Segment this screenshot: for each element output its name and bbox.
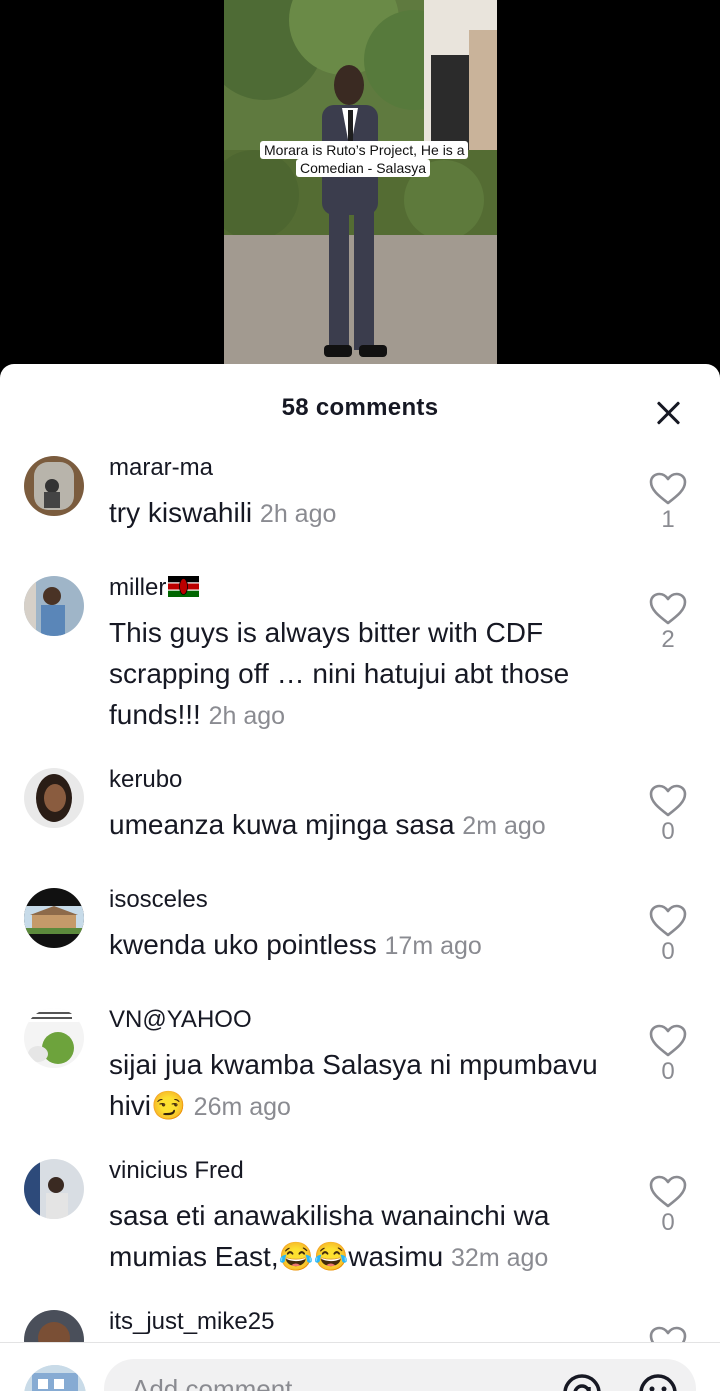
heart-outline-icon: [649, 1175, 687, 1208]
video-caption: Morara is Ruto’s Project, He is a Comedi…: [260, 141, 469, 177]
comment-time: 32m ago: [451, 1244, 549, 1272]
heart-outline-icon: [649, 1024, 687, 1057]
like-count: 1: [661, 506, 675, 533]
comment-text: sijai jua kwamba Salasya ni mpumbavu hiv…: [109, 1049, 598, 1121]
emoji-icon[interactable]: [638, 1373, 678, 1391]
comment-username[interactable]: miller: [109, 574, 200, 602]
like-button[interactable]: 0: [648, 784, 688, 846]
kenya-flag-icon: [168, 576, 200, 597]
comment-username[interactable]: isosceles: [109, 886, 208, 914]
like-button[interactable]: 0: [648, 904, 688, 966]
avatar[interactable]: [24, 1008, 84, 1068]
comment-time: 2h ago: [259, 500, 337, 528]
like-count: 0: [661, 938, 675, 965]
comment-text: This guys is always bitter with CDF scra…: [109, 617, 570, 730]
video-player[interactable]: Morara is Ruto’s Project, He is a Comedi…: [0, 0, 720, 370]
video-frame: Morara is Ruto’s Project, He is a Comedi…: [224, 0, 497, 370]
like-count: 0: [661, 1058, 675, 1085]
heart-outline-icon: [649, 592, 687, 625]
comment-time: 2m ago: [462, 812, 546, 840]
current-user-avatar[interactable]: [24, 1365, 86, 1391]
comments-count-title: 58 comments: [281, 394, 439, 421]
heart-outline-icon: [649, 904, 687, 937]
like-button[interactable]: 0: [648, 1024, 688, 1086]
avatar[interactable]: [24, 888, 84, 948]
close-icon[interactable]: [652, 396, 684, 428]
video-thumbnail: [224, 0, 497, 370]
comment-text: kwenda uko pointless 17m ago: [109, 929, 482, 960]
avatar[interactable]: [24, 456, 84, 516]
like-button[interactable]: [648, 1326, 688, 1343]
comment-username[interactable]: VN@YAHOO: [109, 1006, 252, 1034]
comment-text: try kiswahili 2h ago: [109, 497, 337, 528]
comment-username[interactable]: marar-ma: [109, 454, 213, 482]
comment-time: 17m ago: [384, 932, 482, 960]
comment-text: sasa eti anawakilisha wanainchi wa mumia…: [109, 1200, 550, 1272]
avatar[interactable]: [24, 1159, 84, 1219]
comment-username[interactable]: vinicius Fred: [109, 1157, 244, 1185]
avatar[interactable]: [24, 1310, 84, 1343]
heart-outline-icon: [649, 472, 687, 505]
at-icon[interactable]: [562, 1373, 602, 1391]
avatar[interactable]: [24, 768, 84, 828]
comments-list[interactable]: marar-ma try kiswahili 2h ago 1 miller T…: [0, 450, 720, 1343]
heart-outline-icon: [649, 1326, 687, 1343]
like-count: 0: [661, 1209, 675, 1236]
like-count: 2: [661, 626, 675, 653]
comment-time: 2h ago: [208, 702, 286, 730]
comment-text: umeanza kuwa mjinga sasa 2m ago: [109, 809, 546, 840]
comment-input-bar: [0, 1342, 720, 1391]
like-count: 0: [661, 818, 675, 845]
avatar[interactable]: [24, 576, 84, 636]
comment-username[interactable]: kerubo: [109, 766, 182, 794]
like-button[interactable]: 0: [648, 1175, 688, 1237]
comment-time: 26m ago: [193, 1093, 291, 1121]
heart-outline-icon: [649, 784, 687, 817]
comment-username[interactable]: its_just_mike25: [109, 1308, 274, 1336]
comments-sheet: 58 comments marar-ma try kiswahili 2h ag…: [0, 364, 720, 1391]
like-button[interactable]: 2: [648, 592, 688, 654]
comment-input[interactable]: [104, 1359, 696, 1391]
like-button[interactable]: 1: [648, 472, 688, 534]
